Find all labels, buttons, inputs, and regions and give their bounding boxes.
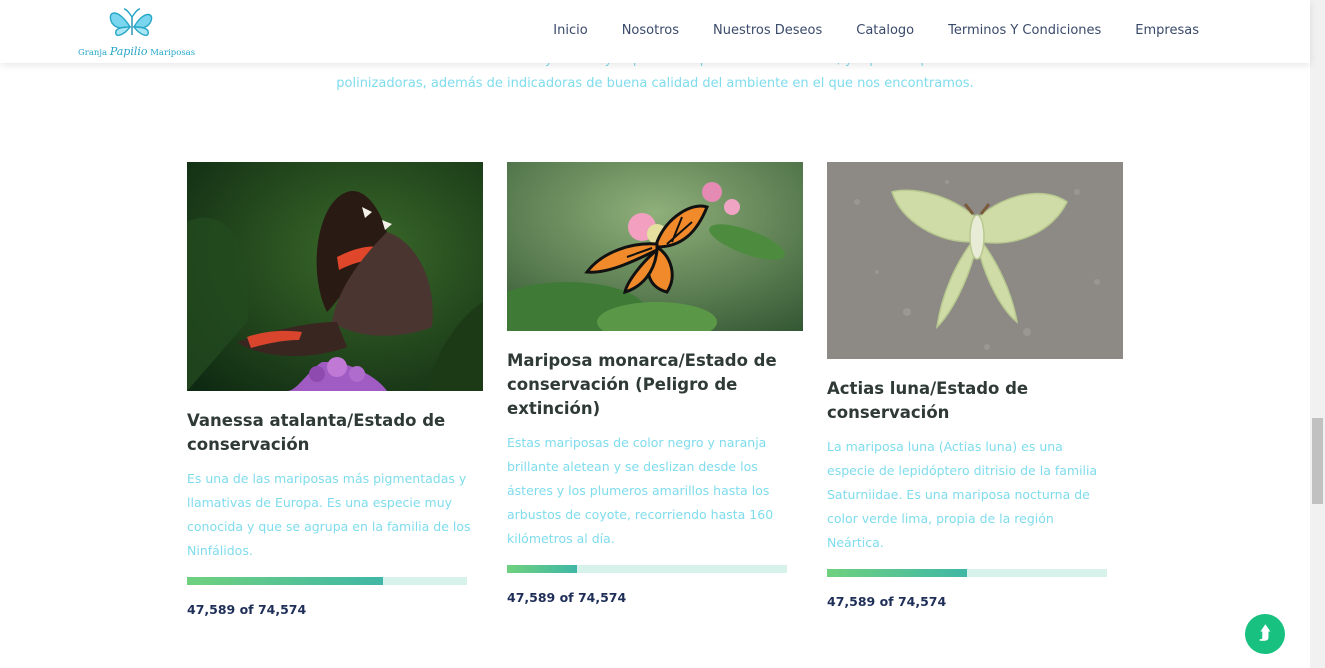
- butterfly-card: Vanessa atalanta/Estado de conservación …: [187, 162, 483, 617]
- nav-nuestros-deseos[interactable]: Nuestros Deseos: [713, 23, 822, 38]
- conservation-progress-bar: [507, 565, 787, 573]
- intro-line-2: polinizadoras, además de indicadoras de …: [336, 76, 974, 91]
- progress-label: 47,589 of 74,574: [187, 602, 307, 617]
- card-description: Estas mariposas de color negro y naranja…: [507, 435, 774, 546]
- butterfly-logo-icon: [109, 8, 153, 37]
- nav-catalogo[interactable]: Catalogo: [856, 23, 914, 38]
- progress-fill: [827, 569, 967, 577]
- main-nav: Inicio Nosotros Nuestros Deseos Catalogo…: [519, 23, 1199, 38]
- card-title: Mariposa monarca/Estado de conservación …: [507, 351, 777, 418]
- progress-label: 47,589 of 74,574: [827, 594, 947, 609]
- red-admiral-image: [187, 162, 483, 391]
- scrollbar-thumb[interactable]: [1312, 418, 1323, 504]
- butterfly-card: Actias luna/Estado de conservación La ma…: [827, 162, 1123, 609]
- progress-fill: [187, 577, 383, 585]
- site-logo[interactable]: Granja Papilio Mariposas: [78, 5, 196, 59]
- butterfly-card: Mariposa monarca/Estado de conservación …: [507, 162, 803, 605]
- page-scrollbar[interactable]: [1310, 0, 1325, 668]
- nav-empresas[interactable]: Empresas: [1135, 23, 1199, 38]
- page: Viven una media de 2 - 4 semanas y son m…: [0, 0, 1325, 668]
- monarch-image: [507, 162, 803, 331]
- luna-moth-image: [827, 162, 1123, 359]
- conservation-progress-bar: [187, 577, 467, 585]
- card-description: La mariposa luna (Actias luna) es una es…: [827, 439, 1098, 550]
- nav-terminos[interactable]: Terminos Y Condiciones: [948, 23, 1101, 38]
- logo-wordmark: Granja Papilio Mariposas: [78, 45, 196, 58]
- conservation-progress-bar: [827, 569, 1107, 577]
- arrow-up-icon: ⮭: [1259, 623, 1271, 644]
- card-title: Vanessa atalanta/Estado de conservación: [187, 411, 446, 454]
- progress-fill: [507, 565, 577, 573]
- site-header: Granja Papilio Mariposas Inicio Nosotros…: [0, 0, 1310, 63]
- nav-inicio[interactable]: Inicio: [553, 23, 587, 38]
- back-to-top-button[interactable]: ⮭: [1245, 614, 1285, 654]
- progress-label: 47,589 of 74,574: [507, 590, 627, 605]
- card-title: Actias luna/Estado de conservación: [827, 379, 1029, 422]
- card-description: Es una de las mariposas más pigmentadas …: [187, 471, 471, 558]
- nav-nosotros[interactable]: Nosotros: [622, 23, 679, 38]
